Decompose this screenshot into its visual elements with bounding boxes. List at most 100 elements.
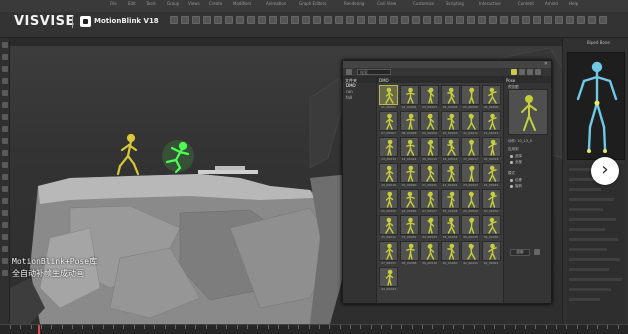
toolbar-icon[interactable] [203, 16, 211, 24]
toolbar-icon[interactable] [302, 16, 310, 24]
refresh-icon[interactable] [527, 69, 533, 75]
toolbar-icon[interactable] [434, 16, 442, 24]
pose-tile[interactable]: 34_00034 [440, 215, 460, 240]
rollout-row[interactable] [569, 238, 618, 241]
toolbar-icon[interactable] [313, 16, 321, 24]
menu-item[interactable]: Help [569, 1, 578, 6]
pose-tile[interactable]: 05_00005 [461, 85, 480, 110]
rollout-row[interactable] [569, 298, 600, 301]
timeline[interactable] [0, 324, 628, 334]
rollout-row[interactable] [569, 198, 614, 201]
tool-icon[interactable] [2, 126, 8, 132]
tool-icon[interactable] [2, 186, 8, 192]
toolbar-icon[interactable] [225, 16, 233, 24]
pose-tile[interactable]: 18_00018 [481, 137, 501, 162]
pose-tile[interactable]: 38_00038 [399, 241, 419, 266]
add-icon[interactable] [346, 69, 352, 75]
toolbar-icon[interactable] [478, 16, 486, 24]
pose-tile[interactable]: 06_00006 [481, 85, 501, 110]
menu-item[interactable]: Graph Editors [299, 1, 326, 6]
toolbar-icon[interactable] [357, 16, 365, 24]
pose-tile[interactable]: 11_00011 [461, 111, 480, 136]
toolbar-icon[interactable] [401, 16, 409, 24]
radio-icon[interactable] [510, 155, 513, 158]
pose-tile[interactable]: 21_00021 [420, 163, 439, 188]
pose-tile[interactable]: 07_00007 [379, 111, 398, 136]
toolbar-icon[interactable] [346, 16, 354, 24]
pose-tile[interactable]: 29_00029 [461, 189, 480, 214]
pose-tile[interactable]: 09_00009 [420, 111, 439, 136]
apply-button[interactable]: 应用 [510, 249, 530, 256]
toolbar-icon[interactable] [324, 16, 332, 24]
pose-tile[interactable]: 14_00014 [399, 137, 419, 162]
pose-tile[interactable]: 20_00020 [399, 163, 419, 188]
pose-tile[interactable]: 27_00027 [420, 189, 439, 214]
tool-icon[interactable] [2, 114, 8, 120]
pose-tile[interactable]: 22_00022 [440, 163, 460, 188]
pose-tile[interactable]: 33_00033 [420, 215, 439, 240]
menu-item[interactable]: Group [167, 1, 179, 6]
menu-item[interactable]: Modifiers [233, 1, 251, 6]
toolbar-icon[interactable] [566, 16, 574, 24]
tool-icon[interactable] [2, 210, 8, 216]
menu-item[interactable]: Create [209, 1, 222, 6]
pose-tile[interactable]: 30_00030 [481, 189, 501, 214]
tool-icon[interactable] [2, 54, 8, 60]
toolbar-icon[interactable] [555, 16, 563, 24]
pose-tile[interactable]: 17_00017 [461, 137, 480, 162]
toolbar-icon[interactable] [599, 16, 607, 24]
pose-tile[interactable]: 43_00043 [379, 267, 398, 292]
pose-tile[interactable]: 15_00015 [420, 137, 439, 162]
biped-skeleton-view[interactable] [567, 52, 625, 160]
pose-tile[interactable]: 35_00035 [461, 215, 480, 240]
pose-tile[interactable]: 16_00016 [440, 137, 460, 162]
menu-item[interactable]: Views [188, 1, 200, 6]
tool-icon[interactable] [2, 174, 8, 180]
tool-icon[interactable] [2, 234, 8, 240]
pose-tile[interactable]: 39_00039 [420, 241, 439, 266]
pose-tile[interactable]: 23_00023 [461, 163, 480, 188]
tool-icon[interactable] [2, 150, 8, 156]
pose-tile[interactable]: 31_00031 [379, 215, 398, 240]
pose-tile[interactable]: 32_00032 [399, 215, 419, 240]
view-icon[interactable] [519, 69, 525, 75]
toolbar-icon[interactable] [500, 16, 508, 24]
folder-item-fall[interactable]: fall [343, 95, 376, 101]
menu-item[interactable]: Rendering [344, 1, 364, 6]
toolbar-icon[interactable] [423, 16, 431, 24]
settings-icon[interactable] [535, 69, 541, 75]
tool-icon[interactable] [2, 66, 8, 72]
tool-icon[interactable] [2, 162, 8, 168]
pose-tile[interactable]: 41_00041 [461, 241, 480, 266]
toolbar-icon[interactable] [291, 16, 299, 24]
toolbar-icon[interactable] [258, 16, 266, 24]
toolbar-icon[interactable] [236, 16, 244, 24]
menu-item[interactable]: Tools [146, 1, 156, 6]
toolbar-icon[interactable] [192, 16, 200, 24]
toolbar-icon[interactable] [456, 16, 464, 24]
pose-tile[interactable]: 40_00040 [440, 241, 460, 266]
search-input[interactable]: 搜索 [357, 69, 391, 75]
toolbar-icon[interactable] [368, 16, 376, 24]
menu-item[interactable]: Content [518, 1, 534, 6]
rollout-row[interactable] [569, 208, 603, 211]
rollout-row[interactable] [569, 268, 609, 271]
toolbar-icon[interactable] [335, 16, 343, 24]
pose-tile[interactable]: 28_00028 [440, 189, 460, 214]
pose-tile[interactable]: 12_00012 [481, 111, 501, 136]
rollout-row[interactable] [569, 288, 611, 291]
rollout-row[interactable] [569, 188, 601, 191]
menu-item[interactable]: Customize [413, 1, 434, 6]
pose-tile[interactable]: 13_00013 [379, 137, 398, 162]
toolbar-icon[interactable] [170, 16, 178, 24]
tool-icon[interactable] [2, 78, 8, 84]
pose-tile[interactable]: 02_00002 [399, 85, 419, 110]
toolbar-icon[interactable] [588, 16, 596, 24]
toolbar-icon[interactable] [214, 16, 222, 24]
pose-library-dialog[interactable]: ✕ 搜索 文件夹 DMO run fall DMO 01_00001 02_000… [342, 60, 552, 304]
menu-item[interactable]: Civil View [377, 1, 396, 6]
pose-tile[interactable]: 42_00042 [481, 241, 501, 266]
menu-item[interactable]: Arnold [545, 1, 558, 6]
close-icon[interactable]: ✕ [544, 61, 548, 67]
toolbar-icon[interactable] [379, 16, 387, 24]
